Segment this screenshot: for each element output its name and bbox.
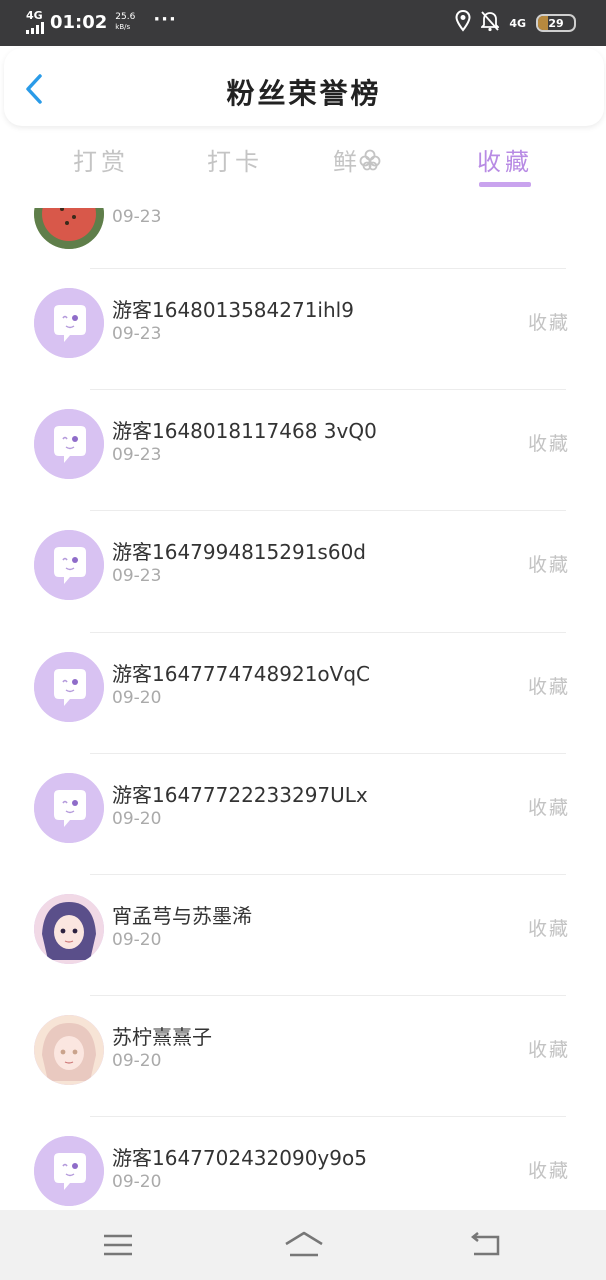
- favorite-button[interactable]: 收藏: [528, 550, 570, 577]
- home-icon: [285, 1231, 323, 1257]
- page-header: 粉丝荣誉榜: [4, 48, 604, 126]
- menu-icon: [104, 1234, 132, 1256]
- return-icon: [470, 1232, 500, 1256]
- flower-icon: [359, 149, 381, 170]
- row-divider: [90, 753, 566, 754]
- favorite-button[interactable]: 收藏: [528, 308, 570, 335]
- item-date: 09-20: [112, 1051, 162, 1071]
- battery-icon: 29: [536, 14, 576, 32]
- tab-favorites[interactable]: 收藏: [460, 142, 550, 177]
- item-date: 09-23: [112, 208, 162, 227]
- battery-fill: [538, 16, 549, 30]
- user-name: 游客1647702432090y9o5: [112, 1146, 367, 1170]
- battery-level: 29: [548, 16, 564, 30]
- user-avatar: [34, 1015, 104, 1085]
- row-divider: [90, 995, 566, 996]
- list-item[interactable]: 游客1647994815291s60d 09-23 收藏: [0, 510, 606, 631]
- tab-checkin[interactable]: 打卡: [190, 142, 280, 177]
- list-item[interactable]: 游客1647702432090y9o5 09-20 收藏: [0, 1116, 606, 1208]
- network-speed-value: 25.6: [115, 12, 136, 22]
- mute-notification-icon: [480, 10, 501, 36]
- item-date: 09-23: [112, 324, 162, 344]
- user-avatar: [34, 894, 104, 964]
- system-nav-bar: [0, 1210, 606, 1280]
- list-item[interactable]: 游客1647774748921oVqC 09-20 收藏: [0, 632, 606, 753]
- user-name: 游客1647774748921oVqC: [112, 662, 370, 686]
- tab-flowers-label: 鲜: [333, 148, 357, 176]
- user-name: 游客1647994815291s60d: [112, 540, 366, 564]
- clock: 01:02: [50, 11, 108, 33]
- network-speed-unit: kB/s: [115, 23, 131, 31]
- user-name: 苏柠熹熹子: [112, 1025, 212, 1049]
- user-name: 游客1648018117468 3vQ0: [112, 419, 377, 443]
- favorite-button[interactable]: 收藏: [528, 914, 570, 941]
- signal-indicator: 4G: [26, 10, 46, 34]
- tab-flowers[interactable]: 鲜: [312, 142, 402, 177]
- list-item[interactable]: 游客16477722233297ULx 09-20 收藏: [0, 753, 606, 874]
- network-speed: 25.6 kB/s: [115, 12, 135, 32]
- tab-bar: 打赏 打卡 鲜 收藏: [0, 130, 606, 200]
- user-name: 游客1648013584271ihl9: [112, 298, 354, 322]
- row-divider: [90, 268, 566, 269]
- item-date: 09-23: [112, 566, 162, 586]
- chat-bubble-icon: [34, 409, 104, 479]
- item-date: 09-20: [112, 809, 162, 829]
- row-divider: [90, 632, 566, 633]
- row-divider: [90, 389, 566, 390]
- list-item[interactable]: 宵孟芎与苏墨浠 09-20 收藏: [0, 874, 606, 995]
- favorite-button[interactable]: 收藏: [528, 793, 570, 820]
- user-name: 宵孟芎与苏墨浠: [112, 904, 252, 928]
- item-date: 09-20: [112, 688, 162, 708]
- list-item[interactable]: 游客1648013584271ihl9 09-23 收藏: [0, 268, 606, 389]
- status-bar: 4G 01:02 25.6 kB/s ··· 4G 29: [0, 0, 606, 46]
- favorites-list: 09-23 收藏 游客1648013584271ihl909-23收藏游客164…: [0, 208, 606, 1208]
- chat-bubble-icon: [34, 288, 104, 358]
- item-date: 09-20: [112, 1172, 162, 1192]
- menu-button[interactable]: [100, 1228, 140, 1262]
- item-date: 09-20: [112, 930, 162, 950]
- list-item[interactable]: 09-23 收藏: [0, 208, 606, 268]
- chat-bubble-icon: [34, 652, 104, 722]
- location-icon: [455, 9, 471, 36]
- back-nav-button[interactable]: [468, 1228, 508, 1262]
- signal-bars-icon: [26, 22, 46, 34]
- network-type-label: 4G: [26, 9, 43, 22]
- home-button[interactable]: [282, 1228, 326, 1262]
- favorite-button[interactable]: 收藏: [528, 672, 570, 699]
- list-item[interactable]: 苏柠熹熹子 09-20 收藏: [0, 995, 606, 1116]
- page-title: 粉丝荣誉榜: [226, 77, 382, 110]
- row-divider: [90, 510, 566, 511]
- active-tab-indicator: [479, 182, 531, 187]
- chat-bubble-icon: [34, 773, 104, 843]
- network-type-right: 4G: [509, 16, 526, 30]
- favorite-button[interactable]: 收藏: [528, 1156, 570, 1183]
- chat-bubble-icon: [34, 530, 104, 600]
- fruit-avatar: [34, 208, 104, 249]
- row-divider: [90, 874, 566, 875]
- chat-bubble-icon: [34, 1136, 104, 1206]
- user-name: 游客16477722233297ULx: [112, 783, 368, 807]
- tab-reward[interactable]: 打赏: [56, 142, 146, 177]
- list-item[interactable]: 游客1648018117468 3vQ0 09-23 收藏: [0, 389, 606, 510]
- favorite-button[interactable]: 收藏: [528, 1035, 570, 1062]
- more-notifications-icon: ···: [153, 8, 177, 30]
- row-divider: [90, 1116, 566, 1117]
- item-date: 09-23: [112, 445, 162, 465]
- favorite-button[interactable]: 收藏: [528, 429, 570, 456]
